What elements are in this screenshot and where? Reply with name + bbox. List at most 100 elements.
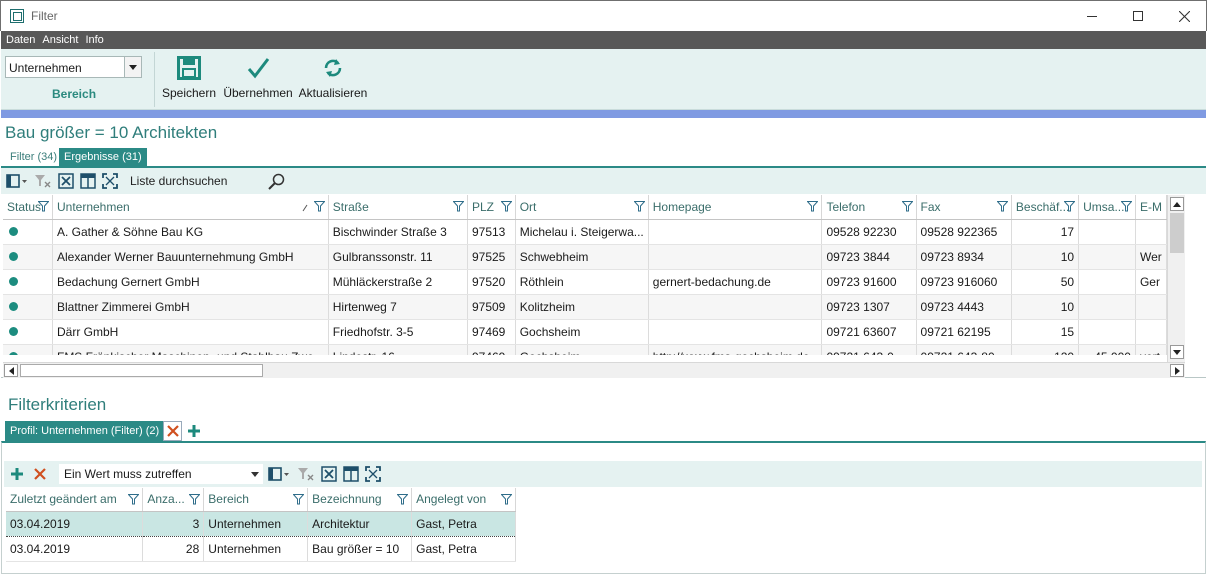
excel-icon bbox=[321, 466, 337, 482]
menu-daten[interactable]: Daten bbox=[6, 34, 35, 46]
window-title: Filter bbox=[31, 9, 58, 23]
column-header[interactable]: Telefon bbox=[821, 195, 917, 220]
clear-filter-button[interactable] bbox=[34, 173, 52, 189]
criteria-fullscreen-button[interactable] bbox=[365, 466, 381, 482]
filter-icon[interactable] bbox=[127, 494, 140, 508]
scroll-left-button[interactable] bbox=[4, 364, 18, 377]
scroll-right-button[interactable] bbox=[1170, 364, 1184, 377]
tab-filter[interactable]: Filter (34) bbox=[5, 148, 62, 166]
filter-icon[interactable] bbox=[900, 201, 914, 215]
criteria-column-header[interactable]: Angelegt von bbox=[411, 488, 516, 512]
filter-icon[interactable] bbox=[452, 201, 465, 215]
table-row[interactable]: Alexander Werner Bauunternehmung GmbH Gul… bbox=[3, 244, 1167, 270]
tab-results[interactable]: Ergebnisse (31) bbox=[59, 148, 147, 166]
scroll-up-button[interactable] bbox=[1170, 197, 1184, 211]
add-criterion-button[interactable] bbox=[10, 466, 24, 482]
search-icon[interactable] bbox=[268, 173, 286, 193]
cell-city: Schwebheim bbox=[515, 244, 649, 270]
minimize-button[interactable] bbox=[1069, 1, 1115, 31]
filter-icon[interactable] bbox=[1063, 201, 1076, 215]
criteria-cell-name: Architektur bbox=[307, 510, 413, 537]
horizontal-scrollbar[interactable] bbox=[3, 362, 1185, 378]
filter-icon[interactable] bbox=[37, 201, 50, 215]
status-icon bbox=[9, 301, 18, 311]
column-header[interactable]: Ort bbox=[515, 195, 649, 220]
filter-icon[interactable] bbox=[1120, 201, 1133, 215]
column-header[interactable]: Fax bbox=[916, 195, 1012, 220]
menu-ansicht[interactable]: Ansicht bbox=[42, 34, 78, 46]
column-header[interactable]: Homepage bbox=[648, 195, 823, 220]
add-profile-button[interactable] bbox=[186, 422, 202, 440]
save-button[interactable]: Speichern bbox=[162, 53, 216, 107]
column-header[interactable]: Beschäf... bbox=[1011, 195, 1080, 220]
cell-street: Gulbranssonstr. 11 bbox=[328, 244, 468, 270]
filter-icon[interactable] bbox=[996, 201, 1009, 215]
criteria-column-header[interactable]: Bereich bbox=[203, 488, 309, 512]
filter-icon[interactable] bbox=[292, 494, 305, 508]
scroll-down-button[interactable] bbox=[1170, 345, 1184, 359]
layout-button[interactable] bbox=[80, 173, 96, 189]
column-header[interactable]: E-M bbox=[1135, 195, 1167, 220]
chevron-down-icon[interactable] bbox=[124, 57, 141, 77]
vertical-scroll-thumb[interactable] bbox=[1170, 213, 1184, 253]
vertical-scrollbar[interactable] bbox=[1167, 195, 1185, 362]
table-row[interactable]: Därr GmbH Friedhofstr. 3-5 97469 Gochsheim 0… bbox=[3, 319, 1167, 345]
cell-plz: 97520 bbox=[467, 269, 516, 295]
menu-info[interactable]: Info bbox=[85, 34, 103, 46]
cell-phone: 09723 3844 bbox=[821, 244, 917, 270]
filter-icon[interactable] bbox=[500, 494, 513, 508]
filter-icon[interactable] bbox=[313, 201, 326, 215]
column-chooser-button[interactable] bbox=[6, 173, 28, 189]
column-header[interactable]: PLZ bbox=[467, 195, 516, 220]
filter-icon[interactable] bbox=[396, 494, 409, 508]
area-select[interactable]: Unternehmen bbox=[5, 56, 142, 78]
column-header-label: Fax bbox=[920, 199, 941, 214]
column-header[interactable]: Umsa... bbox=[1078, 195, 1136, 220]
filter-icon[interactable] bbox=[500, 201, 513, 215]
tab-profile[interactable]: Profil: Unternehmen (Filter) (2) bbox=[5, 421, 165, 441]
window-layout-icon bbox=[343, 466, 359, 482]
horizontal-scroll-thumb[interactable] bbox=[20, 364, 263, 377]
table-row[interactable]: Bedachung Gernert GmbH Mühläckerstraße 29… bbox=[3, 269, 1167, 295]
filter-icon[interactable] bbox=[633, 201, 646, 215]
cell-homepage bbox=[648, 294, 823, 320]
column-header-label: Telefon bbox=[826, 199, 866, 214]
apply-button[interactable]: Übernehmen bbox=[223, 53, 293, 107]
criteria-cell-area: Unternehmen bbox=[203, 510, 309, 537]
table-row[interactable]: Blattner Zimmerei GmbH Hirtenweg 7 97509 Ko… bbox=[3, 294, 1167, 320]
fullscreen-button[interactable] bbox=[102, 173, 118, 189]
criteria-column-header[interactable]: Bezeichnung bbox=[307, 488, 413, 512]
table-row[interactable]: FMS Fränkischer Maschinen- und Stahlbau … bbox=[3, 344, 1167, 355]
close-button[interactable] bbox=[1161, 1, 1207, 31]
criteria-clear-filter-button[interactable] bbox=[297, 466, 315, 482]
criteria-layout-button[interactable] bbox=[343, 466, 359, 482]
match-mode-select[interactable]: Ein Wert muss zutreffen bbox=[59, 464, 263, 484]
criteria-cell-changed: 03.04.2019 bbox=[6, 510, 144, 537]
column-header[interactable]: Unternehmen bbox=[52, 195, 329, 220]
filter-icon[interactable] bbox=[188, 494, 201, 508]
maximize-button[interactable] bbox=[1115, 1, 1161, 31]
criteria-column-header[interactable]: Anza... bbox=[142, 488, 205, 512]
refresh-button[interactable]: Aktualisieren bbox=[298, 53, 368, 107]
criteria-export-excel-button[interactable] bbox=[321, 466, 337, 482]
column-header[interactable]: Straße bbox=[328, 195, 468, 220]
criteria-row[interactable]: 03.04.2019 3 Unternehmen Architektur Gast, P… bbox=[6, 510, 516, 537]
cell-name: FMS Fränkischer Maschinen- und Stahlbau … bbox=[52, 344, 329, 355]
table-row[interactable]: A. Gather & Söhne Bau KG Bischwinder Stra… bbox=[3, 219, 1167, 245]
close-profile-button[interactable] bbox=[163, 421, 182, 441]
export-excel-button[interactable] bbox=[58, 173, 74, 189]
criteria-grid: Zuletzt geändert am Anza... Bereich Bezeich… bbox=[6, 488, 516, 562]
match-mode-value: Ein Wert muss zutreffen bbox=[64, 467, 192, 481]
criteria-column-chooser-button[interactable] bbox=[268, 466, 290, 482]
remove-criterion-button[interactable] bbox=[34, 466, 46, 482]
cell-phone: 09528 92230 bbox=[821, 219, 917, 245]
criteria-column-header[interactable]: Zuletzt geändert am bbox=[6, 488, 144, 512]
filter-icon[interactable] bbox=[806, 201, 820, 215]
criteria-cell-author: Gast, Petra bbox=[411, 510, 516, 537]
criteria-column-label: Anza... bbox=[147, 492, 185, 507]
search-input[interactable] bbox=[126, 172, 266, 190]
apply-label: Übernehmen bbox=[223, 86, 293, 100]
column-header[interactable]: Status bbox=[3, 195, 53, 220]
cell-email bbox=[1135, 294, 1167, 320]
criteria-row[interactable]: 03.04.2019 28 Unternehmen Bau größer = 10 Ga… bbox=[6, 536, 516, 562]
